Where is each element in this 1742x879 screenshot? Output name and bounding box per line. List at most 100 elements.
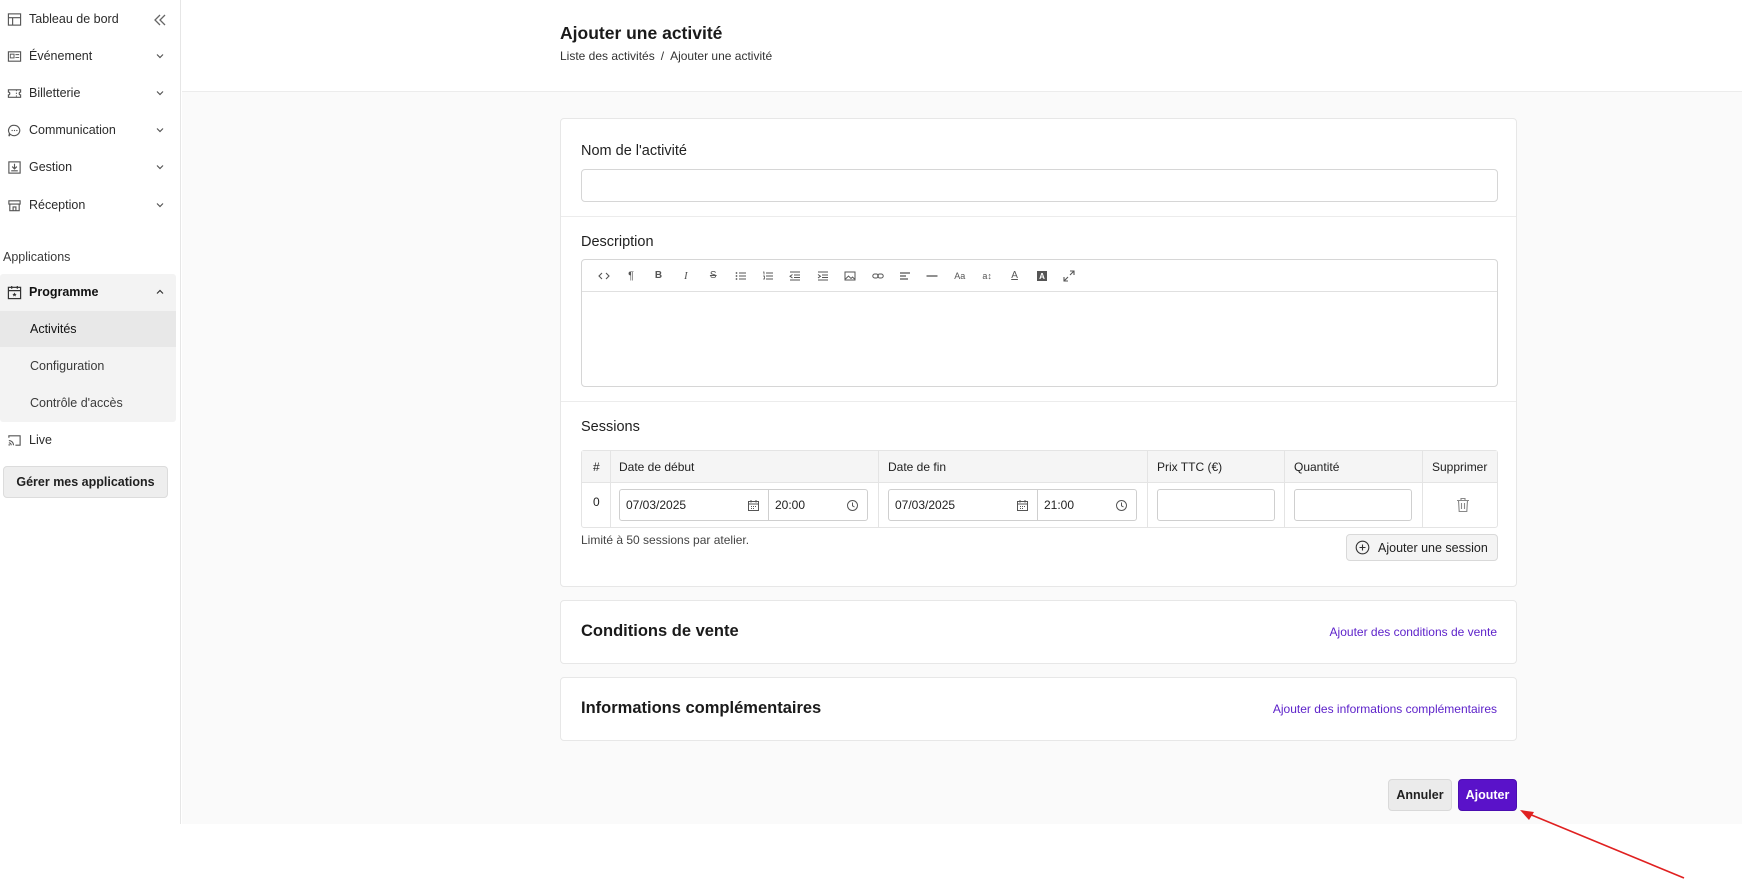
add-sales-conditions-link[interactable]: Ajouter des conditions de vente	[1330, 625, 1497, 639]
layout-icon	[6, 11, 22, 27]
horizontal-rule-icon[interactable]	[919, 266, 946, 286]
sessions-limit-note: Limité à 50 sessions par atelier.	[581, 533, 750, 547]
activity-form-card: Nom de l'activité Description ¶ B I S Aa…	[560, 118, 1517, 587]
code-view-icon[interactable]	[590, 266, 617, 286]
font-color-icon[interactable]: A	[1001, 266, 1028, 286]
breadcrumb-separator: /	[660, 49, 665, 63]
sidebar-item-event[interactable]: Événement	[0, 42, 176, 70]
cancel-button[interactable]: Annuler	[1388, 779, 1452, 811]
sidebar-item-communication[interactable]: Communication	[0, 116, 176, 144]
chevron-down-icon	[156, 203, 164, 208]
outdent-icon[interactable]	[782, 266, 809, 286]
sidebar-item-dashboard[interactable]: Tableau de bord	[0, 5, 176, 33]
sidebar-item-label: Événement	[29, 49, 93, 63]
column-divider	[610, 451, 611, 527]
breadcrumb-link-activities[interactable]: Liste des activités	[560, 49, 655, 63]
end-time-value: 21:00	[1044, 498, 1075, 512]
highlight-color-icon[interactable]: A	[1028, 266, 1055, 286]
column-divider	[1422, 451, 1423, 527]
bullet-list-icon[interactable]	[727, 266, 754, 286]
price-input[interactable]	[1157, 489, 1275, 521]
sales-conditions-title: Conditions de vente	[581, 622, 739, 640]
chevron-down-icon	[156, 91, 164, 96]
activity-name-label: Nom de l'activité	[581, 143, 687, 159]
chevron-down-icon	[156, 54, 164, 59]
annotation-arrow	[1520, 810, 1685, 879]
sidebar-subitem-activities[interactable]: Activités	[0, 311, 176, 347]
column-divider	[878, 451, 879, 527]
numbered-list-icon[interactable]	[754, 266, 781, 286]
end-time-input[interactable]: 21:00	[1037, 489, 1137, 521]
sidebar-item-reception[interactable]: Réception	[0, 191, 176, 219]
quantity-input[interactable]	[1294, 489, 1412, 521]
calendar-icon	[1017, 500, 1028, 511]
chevron-up-icon	[156, 289, 164, 294]
font-size-icon[interactable]: Aa	[946, 266, 973, 286]
editor-toolbar: ¶ B I S Aa a↕ A A	[582, 260, 1497, 292]
add-additional-info-link[interactable]: Ajouter des informations complémentaires	[1273, 702, 1497, 716]
start-date-value: 07/03/2025	[626, 498, 687, 512]
indent-icon[interactable]	[809, 266, 836, 286]
italic-icon[interactable]: I	[672, 266, 699, 286]
start-time-value: 20:00	[775, 498, 806, 512]
activity-name-input[interactable]	[581, 169, 1498, 202]
cast-icon	[6, 432, 22, 448]
calendar-icon	[6, 284, 22, 300]
description-editor: ¶ B I S Aa a↕ A A	[581, 259, 1498, 387]
sidebar-item-label: Tableau de bord	[29, 12, 119, 26]
end-date-input[interactable]: 07/03/2025	[888, 489, 1038, 521]
additional-info-title: Informations complémentaires	[581, 699, 822, 717]
session-index: 0	[593, 495, 600, 509]
page-title: Ajouter une activité	[560, 23, 723, 43]
sessions-table: # Date de début Date de fin Prix TTC (€)…	[581, 450, 1498, 528]
sidebar: Tableau de bord Événement Billetterie Co…	[0, 0, 181, 824]
svg-text:A: A	[1039, 272, 1045, 281]
chevron-down-icon	[156, 128, 164, 133]
trash-icon[interactable]	[1456, 497, 1470, 513]
column-header-price: Prix TTC (€)	[1157, 460, 1223, 474]
sidebar-item-ticketing[interactable]: Billetterie	[0, 79, 176, 107]
sidebar-item-label: Réception	[29, 198, 86, 212]
breadcrumb: Liste des activités / Ajouter une activi…	[560, 49, 772, 63]
bold-icon[interactable]: B	[645, 266, 672, 286]
chevron-down-icon	[156, 165, 164, 170]
ticket-icon	[6, 85, 22, 101]
sidebar-item-label: Programme	[29, 285, 99, 299]
sidebar-item-live[interactable]: Live	[0, 426, 176, 454]
column-header-end-date: Date de fin	[888, 460, 947, 474]
line-height-icon[interactable]: a↕	[973, 266, 1000, 286]
align-left-icon[interactable]	[891, 266, 918, 286]
event-card-icon	[6, 48, 22, 64]
sidebar-item-programme[interactable]: Programme	[0, 274, 176, 310]
column-header-index: #	[593, 460, 600, 474]
strikethrough-icon[interactable]: S	[700, 266, 727, 286]
breadcrumb-current: Ajouter une activité	[670, 49, 773, 63]
fullscreen-icon[interactable]	[1056, 266, 1083, 286]
add-session-button[interactable]: Ajouter une session	[1346, 534, 1498, 561]
link-icon[interactable]	[864, 266, 891, 286]
clock-icon	[1116, 500, 1127, 511]
description-label: Description	[581, 234, 654, 250]
applications-section-label: Applications	[3, 250, 71, 264]
start-date-input[interactable]: 07/03/2025	[619, 489, 769, 521]
start-time-input[interactable]: 20:00	[768, 489, 868, 521]
programme-group: Programme Activités Configuration Contrô…	[0, 274, 176, 422]
store-icon	[6, 197, 22, 213]
page-header: Ajouter une activité Liste des activités…	[182, 0, 1742, 92]
sessions-label: Sessions	[581, 419, 640, 435]
image-icon[interactable]	[837, 266, 864, 286]
sidebar-subitem-configuration[interactable]: Configuration	[0, 348, 176, 384]
column-header-delete: Supprimer	[1432, 460, 1488, 474]
divider	[561, 216, 1516, 217]
sidebar-item-label: Billetterie	[29, 86, 81, 100]
column-header-quantity: Quantité	[1294, 460, 1340, 474]
paragraph-icon[interactable]: ¶	[617, 266, 644, 286]
add-session-label: Ajouter une session	[1378, 540, 1488, 555]
submit-add-button[interactable]: Ajouter	[1458, 779, 1517, 811]
sidebar-item-management[interactable]: Gestion	[0, 153, 176, 181]
column-divider	[1147, 451, 1148, 527]
calendar-icon	[748, 500, 759, 511]
manage-applications-button[interactable]: Gérer mes applications	[3, 466, 168, 498]
editor-content-area[interactable]	[582, 292, 1497, 386]
sidebar-subitem-access-control[interactable]: Contrôle d'accès	[0, 385, 176, 421]
